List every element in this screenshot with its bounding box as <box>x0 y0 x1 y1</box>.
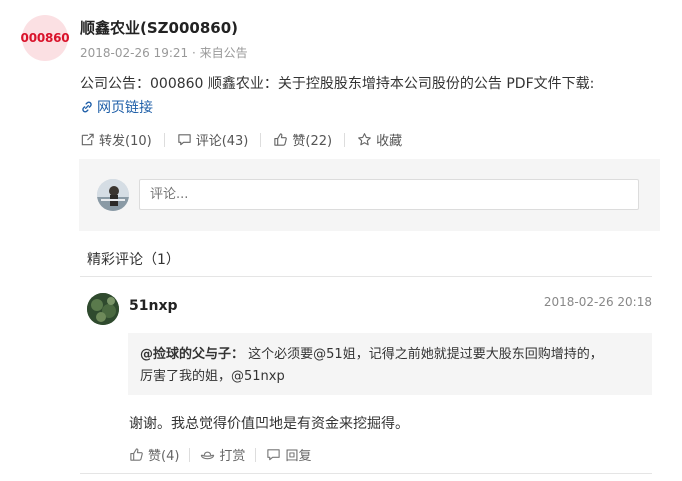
comment-actions: 赞(4) 打赏 回复 <box>129 445 311 464</box>
comment-button[interactable]: 评论(43) <box>177 130 249 149</box>
divider <box>255 447 257 462</box>
commenter-avatar[interactable] <box>87 293 119 325</box>
user-avatar-image <box>97 179 129 211</box>
like-button[interactable]: 赞(22) <box>273 130 332 149</box>
reply-label: 回复 <box>285 449 312 464</box>
comment-label: 评论(43) <box>195 134 249 149</box>
post-meta: 2018-02-26 19:21 · 来自公告 <box>80 46 248 60</box>
comment-time: 2018-02-26 20:18 <box>543 295 652 309</box>
favorite-button[interactable]: 收藏 <box>357 130 402 149</box>
favorite-label: 收藏 <box>376 134 403 149</box>
comment-icon <box>178 134 191 146</box>
tip-button[interactable]: 打赏 <box>200 445 245 464</box>
commenter-name[interactable]: 51nxp <box>129 298 178 314</box>
post-actions: 转发(10) 评论(43) 赞(22) 收藏 <box>80 130 402 149</box>
web-link[interactable]: 网页链接 <box>80 97 153 117</box>
stock-avatar[interactable]: 000860 <box>20 15 70 61</box>
repost-icon <box>81 133 94 146</box>
quoted-user[interactable]: @捡球的父与子： <box>140 347 244 362</box>
thumbs-up-icon <box>130 448 143 461</box>
divider <box>80 276 652 277</box>
like-label: 赞(22) <box>292 134 333 149</box>
comment-text: 谢谢。我总觉得价值凹地是有资金来挖掘得。 <box>129 416 409 432</box>
commenter-avatar-image <box>87 293 119 325</box>
reply-button[interactable]: 回复 <box>266 445 311 464</box>
web-link-label: 网页链接 <box>97 100 153 116</box>
divider <box>163 132 165 147</box>
divider <box>260 132 262 147</box>
comment-box <box>79 159 660 231</box>
post-content: 公司公告：000860 顺鑫农业：关于控股股东增持本公司股份的公告 PDF文件下… <box>80 76 595 92</box>
divider <box>344 132 346 147</box>
quote-text-2: 厉害了我的姐，@51nxp <box>140 369 285 384</box>
gold-ingot-icon <box>201 451 215 460</box>
stock-avatar-text: 000860 <box>20 31 70 45</box>
comment-input[interactable] <box>139 179 639 210</box>
quote-line-1: @捡球的父与子： 这个必须要@51姐，记得之前她就提过要大股东回购增持的， <box>140 344 640 366</box>
divider <box>189 447 191 462</box>
comment-like-label: 赞(4) <box>148 449 180 464</box>
quoted-comment: @捡球的父与子： 这个必须要@51姐，记得之前她就提过要大股东回购增持的， 厉害… <box>128 333 652 395</box>
repost-button[interactable]: 转发(10) <box>80 130 152 149</box>
link-icon <box>82 101 92 113</box>
comment-like-button[interactable]: 赞(4) <box>129 445 179 464</box>
repost-label: 转发(10) <box>99 134 152 149</box>
divider <box>80 473 652 474</box>
user-avatar[interactable] <box>97 179 129 211</box>
thumbs-up-icon <box>274 133 288 146</box>
quote-text: 这个必须要@51姐，记得之前她就提过要大股东回购增持的， <box>248 347 603 362</box>
comment-icon <box>267 449 281 461</box>
featured-comments-header: 精彩评论（1） <box>87 252 180 268</box>
star-icon <box>358 133 371 146</box>
tip-label: 打赏 <box>219 449 246 464</box>
post-author[interactable]: 顺鑫农业(SZ000860) <box>80 17 238 38</box>
